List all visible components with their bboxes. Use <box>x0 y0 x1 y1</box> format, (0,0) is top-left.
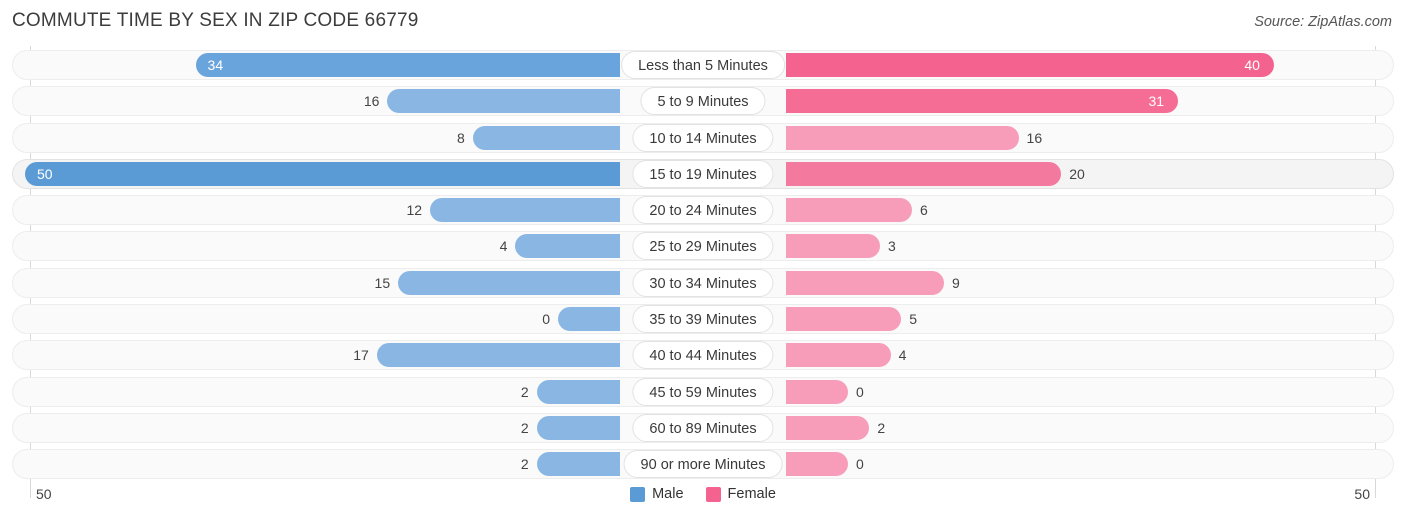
value-label-male: 16 <box>363 93 380 110</box>
value-label-female: 9 <box>951 274 960 291</box>
table-row[interactable]: 34 40 Less than 5 Minutes <box>0 50 1406 80</box>
category-label[interactable]: 45 to 59 Minutes <box>632 377 774 406</box>
legend-swatch-male-icon <box>630 486 646 502</box>
table-row[interactable]: 17 4 40 to 44 Minutes <box>0 340 1406 371</box>
table-row[interactable]: 2 0 45 to 59 Minutes <box>0 376 1406 407</box>
bar-male[interactable] <box>387 89 620 114</box>
value-label-female: 16 <box>1026 129 1043 146</box>
value-label-male: 2 <box>520 456 529 473</box>
bar-female[interactable] <box>786 452 848 477</box>
value-label-female: 2 <box>877 419 886 436</box>
bar-female[interactable] <box>786 125 1019 150</box>
value-label-female: 20 <box>1069 165 1085 182</box>
category-label[interactable]: 15 to 19 Minutes <box>632 159 774 188</box>
bar-male[interactable] <box>25 161 620 186</box>
value-label-female: 6 <box>919 202 928 219</box>
category-label[interactable]: 30 to 34 Minutes <box>632 268 774 297</box>
bar-male[interactable] <box>536 415 620 440</box>
table-row[interactable]: 2 2 60 to 89 Minutes <box>0 412 1406 443</box>
value-label-female: 0 <box>856 456 864 473</box>
table-row[interactable]: 8 16 10 to 14 Minutes <box>0 122 1406 153</box>
bar-male[interactable] <box>536 379 620 404</box>
bar-female[interactable] <box>786 161 1062 186</box>
bar-male[interactable] <box>472 125 620 150</box>
table-row[interactable]: 16 31 5 to 9 Minutes <box>0 86 1406 117</box>
legend-swatch-female-icon <box>705 486 721 502</box>
table-row[interactable]: 12 6 20 to 24 Minutes <box>0 195 1406 226</box>
bar-female[interactable] <box>786 415 870 440</box>
value-label-male: 8 <box>456 129 465 146</box>
category-label[interactable]: Less than 5 Minutes <box>621 51 785 79</box>
category-label[interactable]: 25 to 29 Minutes <box>632 232 774 261</box>
bar-male[interactable] <box>558 307 620 332</box>
bar-female[interactable] <box>786 234 880 259</box>
legend-label-male: Male <box>652 486 684 502</box>
value-label-male: 15 <box>374 274 391 291</box>
bar-male[interactable] <box>515 234 620 259</box>
bar-rows-container: 34 40 Less than 5 Minutes 16 31 5 to 9 Minute… <box>0 50 1406 486</box>
bar-male[interactable] <box>536 452 620 477</box>
value-label-female: 0 <box>856 383 864 400</box>
value-label-female: 5 <box>909 311 918 328</box>
page-title: COMMUTE TIME BY SEX IN ZIP CODE 66779 <box>12 10 419 31</box>
value-label-male: 34 <box>207 57 224 73</box>
value-label-female: 3 <box>887 238 896 255</box>
table-row[interactable]: 0 5 35 to 39 Minutes <box>0 304 1406 335</box>
bar-female[interactable] <box>786 307 902 332</box>
bar-female[interactable] <box>786 53 1275 77</box>
bar-female[interactable] <box>786 270 944 295</box>
value-label-female: 40 <box>1244 57 1260 73</box>
bar-male[interactable] <box>398 270 620 295</box>
value-label-male: 4 <box>499 238 508 255</box>
value-label-male: 2 <box>520 383 529 400</box>
value-label-male: 50 <box>37 165 53 182</box>
bar-female[interactable] <box>786 343 891 368</box>
value-label-male: 0 <box>542 311 550 328</box>
category-label[interactable]: 5 to 9 Minutes <box>640 87 766 116</box>
bar-female[interactable] <box>786 379 848 404</box>
table-row[interactable]: 50 20 15 to 19 Minutes <box>0 158 1406 189</box>
table-row[interactable]: 2 0 90 or more Minutes <box>0 449 1406 480</box>
category-label[interactable]: 10 to 14 Minutes <box>632 123 774 152</box>
bar-female[interactable] <box>786 89 1179 114</box>
bar-male[interactable] <box>376 343 620 368</box>
table-row[interactable]: 4 3 25 to 29 Minutes <box>0 231 1406 262</box>
source-attribution: Source: ZipAtlas.com <box>1254 14 1392 30</box>
category-label[interactable]: 40 to 44 Minutes <box>632 341 774 370</box>
category-label[interactable]: 20 to 24 Minutes <box>632 196 774 225</box>
chart-legend: Male Female <box>0 486 1406 502</box>
category-label[interactable]: 35 to 39 Minutes <box>632 305 774 334</box>
bar-male[interactable] <box>195 53 620 77</box>
bar-female[interactable] <box>786 198 912 223</box>
value-label-female: 31 <box>1148 93 1165 110</box>
value-label-male: 17 <box>353 347 369 364</box>
axis-label-right: 50 <box>1354 486 1370 502</box>
bar-male[interactable] <box>430 198 620 223</box>
legend-item-female[interactable]: Female <box>705 486 776 502</box>
legend-item-male[interactable]: Male <box>630 486 684 502</box>
table-row[interactable]: 15 9 30 to 34 Minutes <box>0 267 1406 298</box>
legend-label-female: Female <box>727 486 776 502</box>
chart-footer: 50 Male Female 50 <box>0 486 1406 516</box>
value-label-female: 4 <box>898 347 907 364</box>
category-label[interactable]: 90 or more Minutes <box>623 450 783 479</box>
category-label[interactable]: 60 to 89 Minutes <box>632 413 774 442</box>
value-label-male: 12 <box>406 202 423 219</box>
value-label-male: 2 <box>520 419 529 436</box>
